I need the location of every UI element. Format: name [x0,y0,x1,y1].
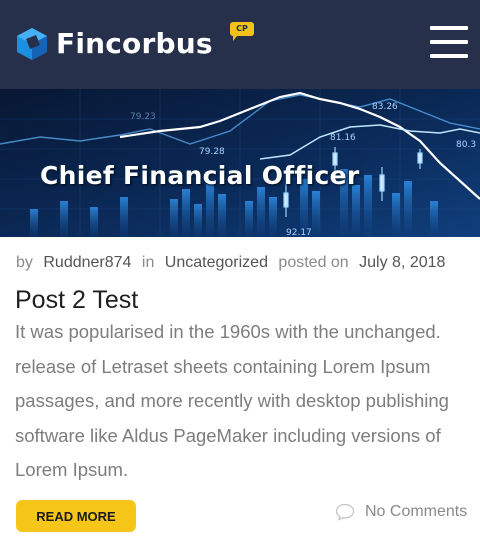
excerpt-line: passages, and more recently with desktop… [15,390,449,411]
read-more-button[interactable]: READ MORE [16,500,136,532]
chart-number: 79.23 [130,112,156,122]
post-author-link[interactable]: Ruddner874 [43,254,131,271]
post-excerpt: It was popularised in the 1960s with the… [15,315,475,488]
post-featured-image[interactable]: 83.26 79.28 81.16 80.3 92.17 79.23 Chief… [0,89,480,237]
banner-title: Chief Financial Officer [40,161,360,190]
meta-in-label: in [141,254,155,271]
chart-number: 81.16 [330,133,356,143]
comments-link[interactable]: No Comments [335,503,467,521]
comments-label: No Comments [365,503,468,520]
post-category-link[interactable]: Uncategorized [165,254,268,271]
excerpt-line: It was popularised in the 1960s with the… [15,321,441,342]
chart-number: 83.26 [372,102,398,112]
meta-by-label: by [16,254,33,271]
site-header: Fincorbus CP [0,0,480,89]
comment-bubble-icon [335,503,355,521]
chart-number: 79.28 [199,147,225,157]
logo-text: Fincorbus [56,26,213,60]
chart-number: 92.17 [286,228,312,237]
hamburger-menu-icon[interactable] [430,26,468,58]
post-title[interactable]: Post 2 Test [15,286,138,315]
excerpt-line: software like Aldus PageMaker including … [15,424,441,446]
post-meta: by Ruddner874 in Uncategorized posted on… [16,254,445,272]
chart-number: 80.3 [456,140,476,150]
logo-badge: CP [230,22,254,41]
excerpt-line: release of Letraset sheets containing Lo… [15,355,431,377]
site-logo[interactable]: Fincorbus CP [14,22,254,66]
excerpt-line: Lorem Ipsum. [15,459,129,480]
logo-cube-icon [17,28,47,60]
meta-posted-label: posted on [278,254,349,271]
post-date-link[interactable]: July 8, 2018 [359,254,445,271]
